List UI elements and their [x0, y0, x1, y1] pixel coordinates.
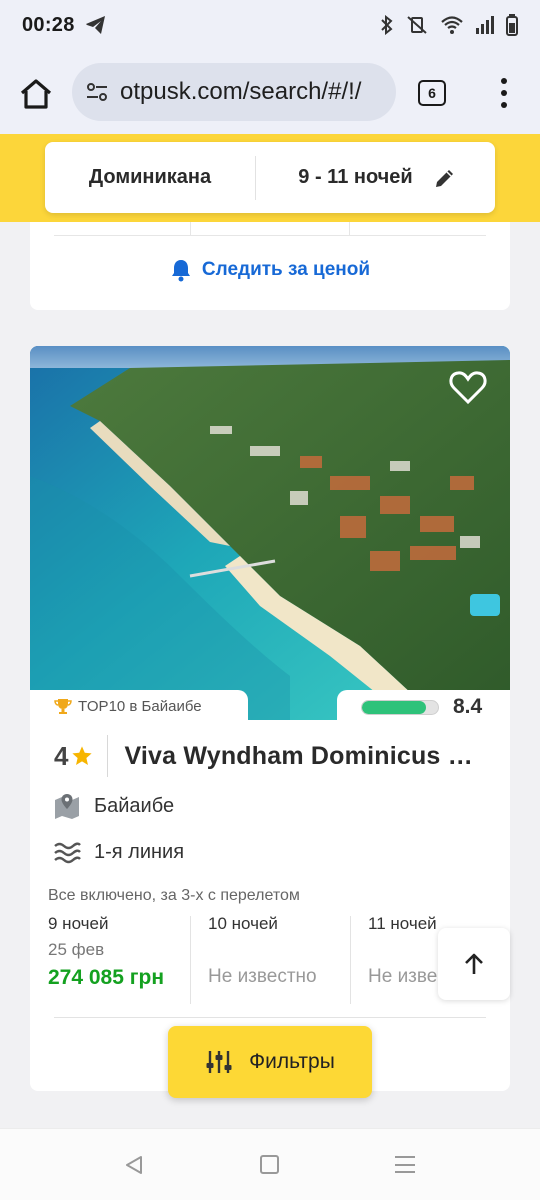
hotel-beach-line: 1-я линия [94, 840, 185, 863]
offer-divider [350, 916, 351, 1004]
offer-price: 274 085 грн [48, 966, 165, 989]
hotel-title-row[interactable]: 4 Viva Wyndham Dominicus Palace [54, 734, 494, 778]
watch-price-link[interactable]: Следить за ценой [30, 258, 510, 282]
filters-button[interactable]: Фильтры [168, 1026, 372, 1098]
watch-price-label: Следить за ценой [201, 259, 371, 280]
previous-hotel-card: Следить за ценой [30, 222, 510, 310]
hotel-location-row: Байаибе [52, 791, 174, 821]
bell-icon [171, 260, 190, 282]
favorite-heart-icon[interactable] [448, 368, 488, 406]
rating-bar-fill [362, 700, 426, 714]
top10-label: TOP10 в Байаибе [78, 697, 202, 715]
divider [54, 235, 486, 236]
wifi-icon [441, 16, 463, 34]
star-icon [72, 746, 93, 765]
offer-10-nights[interactable]: 10 ночей Не известно [208, 914, 348, 1009]
rating-badge: 8.4 [337, 690, 510, 724]
hotel-aerial-image [30, 346, 510, 720]
back-icon[interactable] [124, 1155, 144, 1175]
top10-badge: TOP10 в Байаибе [30, 690, 248, 722]
telegram-icon [85, 16, 105, 34]
offer-9-nights[interactable]: 9 ночей 25 фев 274 085 грн [48, 914, 188, 1009]
scroll-to-top-button[interactable] [438, 928, 510, 1000]
trophy-icon [54, 699, 72, 714]
page-content: Доминикана 9 - 11 ночей Следить за ценой [0, 134, 540, 1128]
hotel-location: Байаибе [94, 794, 175, 817]
address-bar[interactable]: otpusk.com/search/#/!/ [72, 63, 396, 121]
system-nav-bar [0, 1128, 540, 1200]
bluetooth-icon [381, 15, 393, 35]
browser-toolbar: otpusk.com/search/#/!/ 6 [0, 50, 540, 134]
home-nav-icon[interactable] [260, 1155, 279, 1174]
recent-apps-icon[interactable] [395, 1156, 415, 1173]
map-pin-icon [55, 794, 79, 819]
search-summary-card[interactable]: Доминикана 9 - 11 ночей [45, 142, 495, 213]
hotel-photo[interactable] [30, 346, 510, 720]
search-nights: 9 - 11 ночей [298, 166, 413, 188]
sliders-icon [206, 1051, 232, 1073]
tab-switcher-button[interactable]: 6 [418, 80, 446, 106]
site-settings-icon[interactable] [84, 79, 110, 105]
offer-unknown: Не известно [208, 966, 317, 987]
signal-icon [476, 16, 494, 34]
browser-menu-button[interactable] [496, 78, 512, 108]
rating-value: 8.4 [453, 695, 483, 718]
divider [54, 1017, 486, 1018]
hotel-stars: 4 [54, 740, 69, 771]
status-time: 00:28 [22, 13, 75, 36]
previous-card-column-dividers [190, 222, 350, 236]
search-destination: Доминикана [88, 166, 212, 188]
hotel-name[interactable]: Viva Wyndham Dominicus Palace [124, 742, 486, 771]
offer-nights: 9 ночей [48, 914, 109, 933]
arrow-up-icon [465, 953, 483, 974]
title-divider [107, 735, 109, 777]
hotel-beach-line-row: 1-я линия [52, 837, 184, 867]
waves-icon [54, 842, 81, 864]
offer-date: 25 фев [48, 940, 105, 959]
filters-label: Фильтры [249, 1050, 335, 1073]
offer-divider [190, 916, 191, 1004]
url-text: otpusk.com/search/#/!/ [120, 78, 362, 105]
vibrate-off-icon [407, 16, 427, 34]
pencil-icon[interactable] [433, 166, 457, 190]
home-icon[interactable] [18, 76, 54, 112]
rating-bar [361, 699, 439, 715]
offer-date [208, 940, 348, 960]
meal-info: Все включено, за 3-х с перелетом [48, 887, 300, 904]
status-bar: 00:28 [0, 0, 540, 50]
battery-icon [506, 14, 518, 36]
offer-nights: 10 ночей [208, 914, 278, 933]
